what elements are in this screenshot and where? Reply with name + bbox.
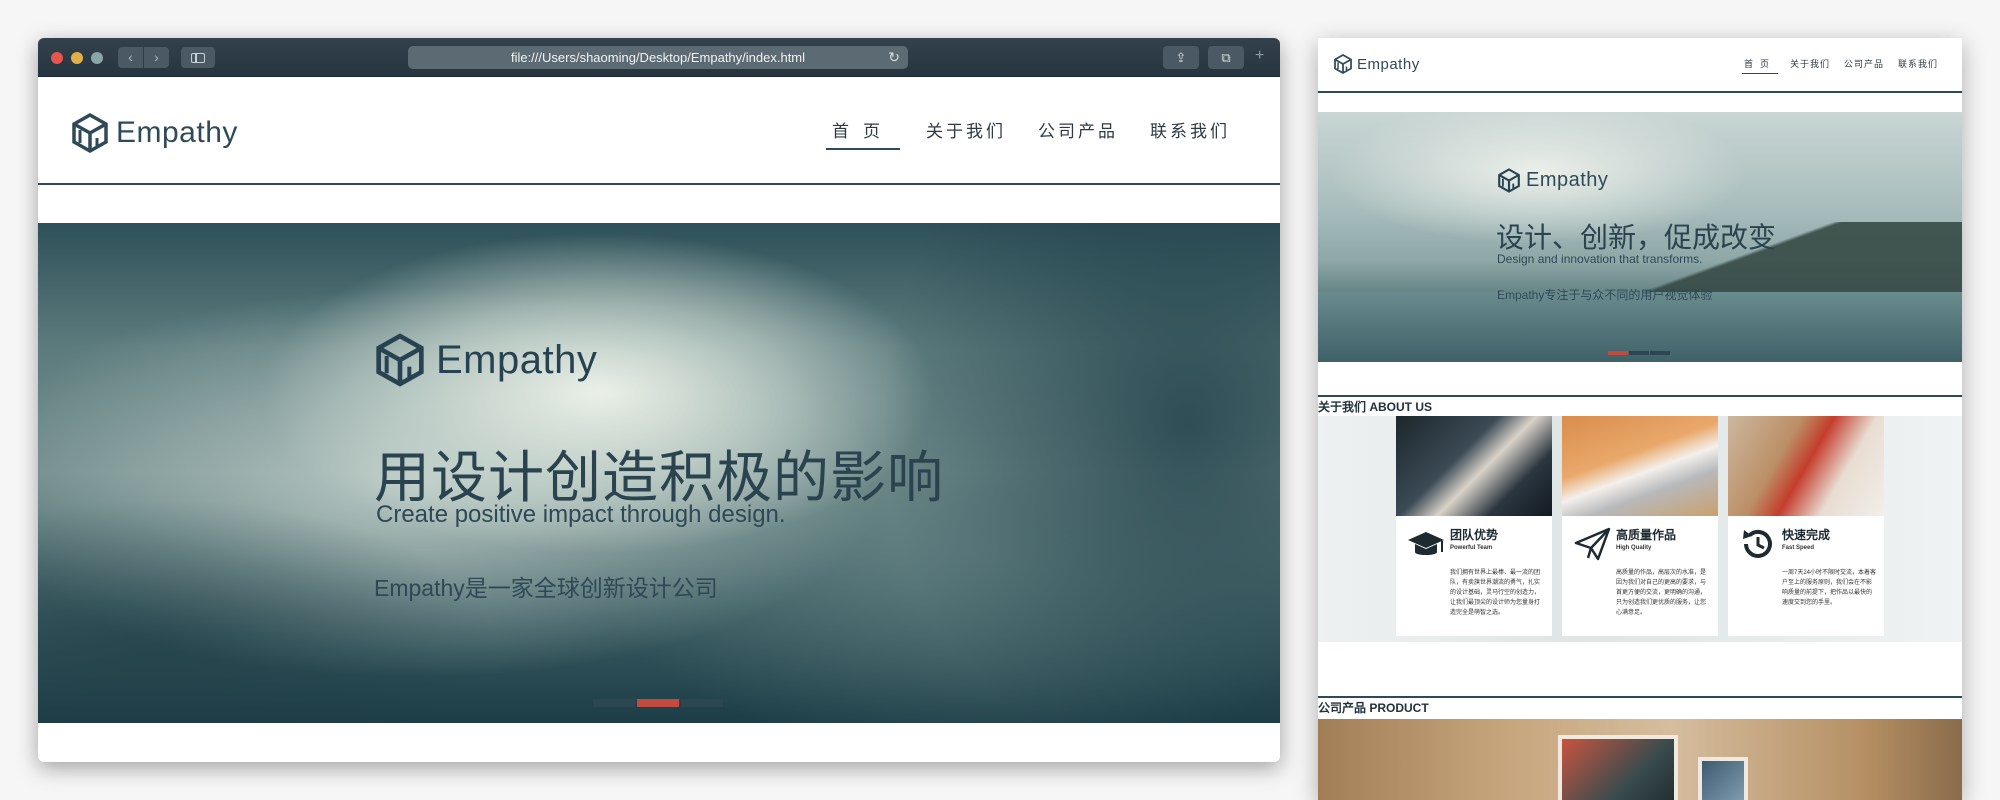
hero-description: Empathy是一家全球创新设计公司 [374,575,718,601]
preview-header: Empathy 首页 关于我们 公司产品 联系我们 [1318,38,1962,93]
nav-item-contact[interactable]: 联系我们 [1144,117,1236,150]
card-description: 我们拥有世界上最棒、最一流的团队，有卖旗世界潮流的勇气，扎实的设计基础，灵马行空… [1450,570,1541,616]
tab-overview-button[interactable]: ⧉ [1208,46,1244,69]
preview-hero-brand: Empathy [1526,169,1609,191]
feature-card: 快速完成 Fast Speed 一周7天24小时不限时交流，本着客户至上的服务原… [1728,416,1884,636]
card-title: 高质量作品 [1616,528,1677,542]
hero-banner: Empathy 用设计创造积极的影响 Create positive impac… [38,223,1280,723]
card-subtitle: High Quality [1616,545,1652,551]
tabs-icon: ⧉ [1221,50,1231,65]
card-title: 快速完成 [1782,528,1831,542]
forward-button[interactable]: › [144,47,169,68]
preview-hero-logo: Empathy [1498,168,1608,193]
preview-nav-about[interactable]: 关于我们 [1788,57,1832,74]
chevron-right-icon: › [154,49,159,65]
preview-hero-subtitle: Design and innovation that transforms. [1497,252,1703,266]
nav-item-home[interactable]: 首页 [826,117,900,150]
preview-hero-title: 设计、创新，促成改变 [1496,222,1777,253]
reload-icon[interactable]: ↻ [888,46,900,69]
url-text: file:///Users/shaoming/Desktop/Empathy/i… [510,50,806,65]
preview-brand-name: Empathy [1357,55,1420,73]
new-tab-icon[interactable]: + [1255,47,1264,65]
cube-logo-icon [72,113,108,153]
carousel-indicator-2[interactable] [637,699,679,707]
preview-carousel-indicator-3[interactable] [1650,351,1670,355]
cube-logo-icon [1498,168,1520,193]
feature-card: 团队优势 Powerful Team 我们拥有世界上最棒、最一流的团队，有卖旗世… [1396,416,1552,636]
team-photo [1396,416,1552,516]
browser-toolbar: ‹ › file:///Users/shaoming/Desktop/Empat… [38,38,1280,77]
preview-carousel-indicator-2[interactable] [1629,351,1649,355]
carousel-indicator-1[interactable] [593,699,635,707]
carousel-indicators [593,699,723,707]
product-image[interactable] [1558,735,1678,800]
close-window-button[interactable] [51,52,63,64]
preview-carousel-indicator-1[interactable] [1608,351,1628,355]
sidebar-toggle-button[interactable] [181,47,215,68]
hero-brand-name: Empathy [436,337,598,382]
preview-hero: Empathy 设计、创新，促成改变 Design and innovation… [1318,112,1962,362]
preview-nav-home[interactable]: 首页 [1741,57,1778,74]
hero-subtitle: Create positive impact through design. [376,501,786,528]
carousel-indicator-3[interactable] [681,699,723,707]
about-section-title: 关于我们 ABOUT US [1318,395,1962,415]
paper-plane-icon [1574,527,1611,561]
back-button[interactable]: ‹ [118,47,143,68]
site-logo[interactable]: Empathy [72,113,238,153]
preview-nav-contact[interactable]: 联系我们 [1896,57,1940,74]
card-title: 团队优势 [1450,528,1499,542]
site-header: Empathy 首页 关于我们 公司产品 联系我们 [38,77,1280,185]
card-subtitle: Powerful Team [1450,545,1493,551]
delivery-photo [1728,416,1884,516]
sidebar-icon [191,53,205,63]
preview-carousel-indicators [1608,351,1670,355]
product-section-title: 公司产品 PRODUCT [1318,696,1962,716]
hero-logo: Empathy [376,333,597,387]
zoom-window-button[interactable] [91,52,103,64]
preview-hero-description: Empathy专注于与众不同的用户视觉体验 [1497,288,1713,302]
card-description: 高质量的作品，高层次的水准，是因为我们对自己的更高的要求，与首更方便的交流，更明… [1616,570,1707,616]
main-nav: 首页 关于我们 公司产品 联系我们 [826,117,1236,150]
share-button[interactable]: ⇪ [1163,46,1199,69]
nav-item-products[interactable]: 公司产品 [1032,117,1124,150]
brand-name: Empathy [116,116,238,149]
card-description: 一周7天24小时不限时交流，本着客户至上的服务原则，我们会在不影响质量的前提下，… [1782,570,1877,606]
laptop-photo [1562,416,1718,516]
cube-logo-icon [376,333,424,387]
nav-item-about[interactable]: 关于我们 [920,117,1012,150]
clock-icon [1743,529,1772,558]
product-section [1318,719,1962,800]
product-image[interactable] [1698,757,1748,800]
address-bar[interactable]: file:///Users/shaoming/Desktop/Empathy/i… [408,46,908,69]
preview-nav: 首页 关于我们 公司产品 联系我们 [1741,57,1940,74]
minimize-window-button[interactable] [71,52,83,64]
browser-window: ‹ › file:///Users/shaoming/Desktop/Empat… [38,38,1280,762]
full-page-preview: Empathy 首页 关于我们 公司产品 联系我们 Empathy 设计、创新，… [1318,38,1962,800]
feature-card: 高质量作品 High Quality 高质量的作品，高层次的水准，是因为我们对自… [1562,416,1718,636]
card-subtitle: Fast Speed [1782,545,1815,551]
preview-logo[interactable]: Empathy [1334,54,1420,74]
graduation-cap-icon [1408,532,1444,555]
share-icon: ⇪ [1175,50,1187,65]
cube-logo-icon [1334,54,1352,74]
chevron-left-icon: ‹ [128,49,133,65]
preview-nav-products[interactable]: 公司产品 [1842,57,1886,74]
